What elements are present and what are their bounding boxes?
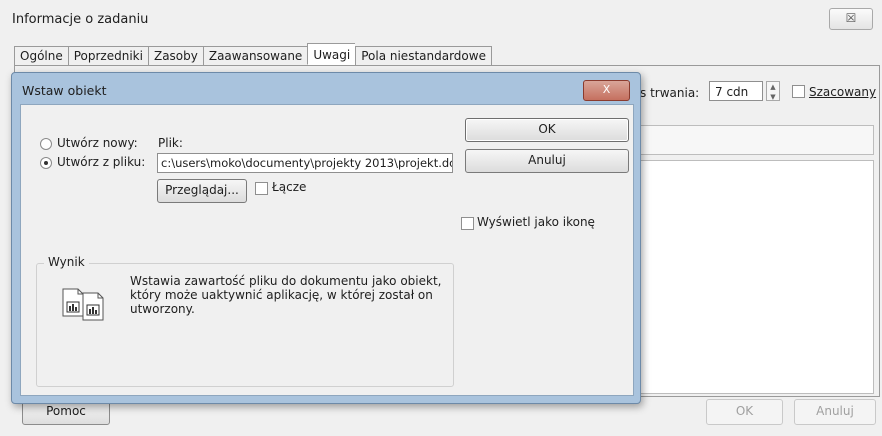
duration-label: s trwania: xyxy=(640,86,700,100)
create-from-file-radio[interactable] xyxy=(40,157,52,169)
create-from-file-label: Utwórz z pliku: xyxy=(57,155,146,169)
display-as-icon-label: Wyświetl jako ikonę xyxy=(477,215,595,229)
link-label: Łącze xyxy=(272,180,307,194)
tab-bar: Ogólne Poprzedniki Zasoby Zaawansowane U… xyxy=(14,43,492,66)
notes-editor[interactable] xyxy=(640,160,874,394)
tab-custom-fields[interactable]: Pola niestandardowe xyxy=(355,46,492,65)
tab-predecessors[interactable]: Poprzedniki xyxy=(67,46,148,65)
file-label: Plik: xyxy=(158,136,183,150)
file-path-input[interactable]: c:\users\moko\documenty\projekty 2013\pr… xyxy=(157,153,453,173)
estimated-label: Szacowany xyxy=(809,85,877,99)
insert-ok-button[interactable]: OK xyxy=(465,118,629,142)
insert-object-close-button[interactable]: X xyxy=(583,80,630,101)
link-checkbox[interactable] xyxy=(255,182,268,195)
duration-input[interactable]: 7 cdn xyxy=(709,81,763,101)
estimated-checkbox[interactable] xyxy=(792,85,805,98)
create-new-label: Utwórz nowy: xyxy=(57,136,138,150)
tab-general[interactable]: Ogólne xyxy=(14,46,68,65)
result-description: Wstawia zawartość pliku do dokumentu jak… xyxy=(130,274,442,316)
insert-cancel-button[interactable]: Anuluj xyxy=(465,149,629,173)
tab-advanced[interactable]: Zaawansowane xyxy=(202,46,308,65)
tab-notes[interactable]: Uwagi xyxy=(307,43,356,65)
display-as-icon-checkbox[interactable] xyxy=(461,217,474,230)
duration-spinner[interactable]: ▲ ▼ xyxy=(766,81,780,101)
result-legend: Wynik xyxy=(44,255,89,269)
close-button[interactable]: ☒ xyxy=(829,8,873,30)
cancel-button[interactable]: Anuluj xyxy=(794,399,876,425)
object-file-icon xyxy=(59,283,109,323)
tab-resources[interactable]: Zasoby xyxy=(147,46,203,65)
ok-button[interactable]: OK xyxy=(706,399,783,425)
browse-button[interactable]: Przeglądaj... xyxy=(157,179,247,203)
notes-toolbar xyxy=(640,125,874,155)
create-new-radio[interactable] xyxy=(40,138,52,150)
dialog-title: Informacje o zadaniu xyxy=(12,12,149,27)
insert-object-title: Wstaw obiekt xyxy=(22,83,107,98)
